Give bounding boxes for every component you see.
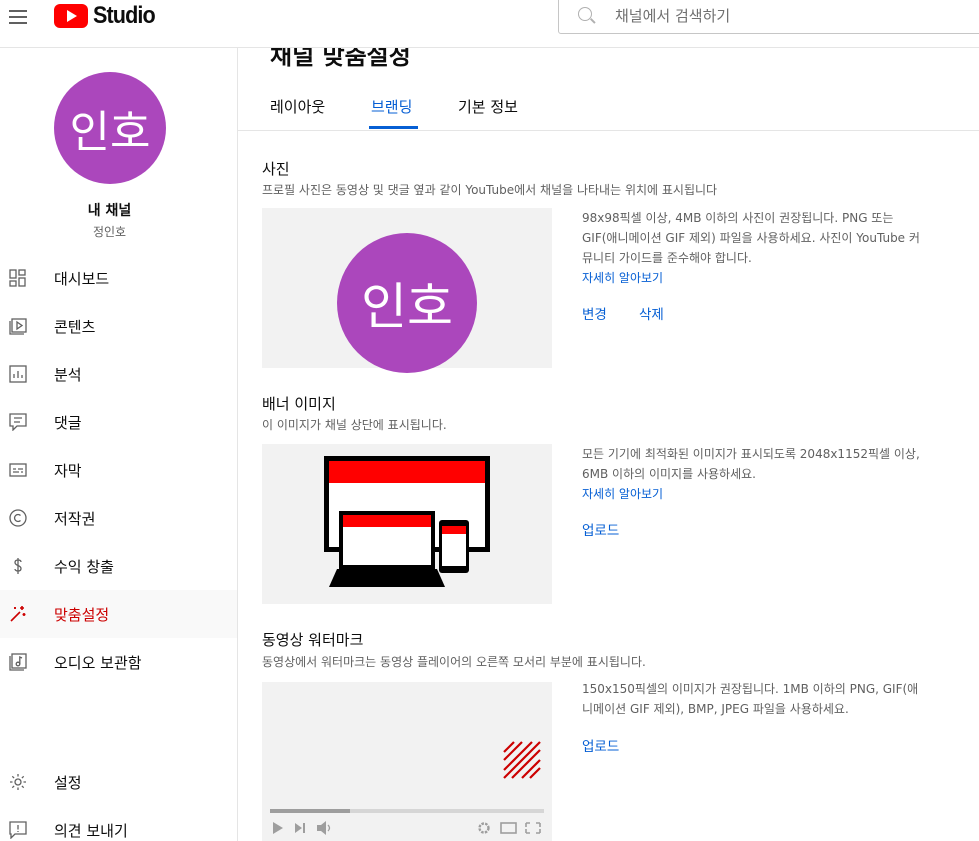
watermark-placeholder-icon xyxy=(503,741,541,779)
photo-learn-more-link[interactable]: 자세히 알아보기 xyxy=(582,271,663,285)
content-icon xyxy=(9,318,27,335)
copyright-icon xyxy=(9,509,27,527)
banner-section-title: 배너 이미지 xyxy=(262,395,336,413)
search-input[interactable] xyxy=(615,4,915,28)
avatar-text: 인호 xyxy=(361,278,453,336)
banner-preview xyxy=(262,444,552,604)
studio-logo[interactable]: Studio xyxy=(54,2,162,29)
search-box[interactable] xyxy=(558,0,979,34)
sidebar-item-label: 대시보드 xyxy=(54,269,110,288)
dashboard-icon xyxy=(9,269,26,287)
watermark-preview xyxy=(262,682,552,841)
sidebar-item-label: 의견 보내기 xyxy=(54,821,128,840)
sidebar-item-label: 오디오 보관함 xyxy=(54,653,142,672)
sidebar-item-copyright[interactable]: 저작권 xyxy=(0,494,237,542)
tab-bar: 레이아웃 브랜딩 기본 정보 xyxy=(238,82,979,131)
channel-owner: 정인호 xyxy=(92,225,127,239)
photo-section-title: 사진 xyxy=(262,160,290,178)
photo-info: 98x98픽셀 이상, 4MB 이하의 사진이 권장됩니다. PNG 또는 GI… xyxy=(582,208,922,288)
sidebar-item-dashboard[interactable]: 대시보드 xyxy=(0,254,237,302)
comments-icon xyxy=(9,413,27,431)
sidebar-item-label: 맞춤설정 xyxy=(54,605,110,624)
sidebar-item-subtitles[interactable]: 자막 xyxy=(0,446,237,494)
youtube-logo-icon xyxy=(54,4,88,28)
analytics-icon xyxy=(9,365,27,383)
tab-layout[interactable]: 레이아웃 xyxy=(270,96,325,117)
tab-branding[interactable]: 브랜딩 xyxy=(371,96,412,117)
sidebar-item-label: 콘텐츠 xyxy=(54,317,96,336)
banner-section-desc: 이 이미지가 채널 상단에 표시됩니다. xyxy=(262,418,447,432)
banner-upload-button[interactable]: 업로드 xyxy=(582,519,619,539)
photo-info-text: 98x98픽셀 이상, 4MB 이하의 사진이 권장됩니다. PNG 또는 GI… xyxy=(582,211,920,265)
delete-photo-button[interactable]: 삭제 xyxy=(639,303,664,323)
magic-wand-icon xyxy=(10,606,26,622)
profile-photo: 인호 xyxy=(337,233,477,373)
sidebar-item-settings[interactable]: 설정 xyxy=(0,758,237,806)
sidebar-item-monetization[interactable]: 수익 창출 xyxy=(0,542,237,590)
gear-icon xyxy=(10,774,26,790)
menu-icon[interactable] xyxy=(9,8,29,24)
sidebar-item-label: 댓글 xyxy=(54,413,82,432)
sidebar-item-customization[interactable]: 맞춤설정 xyxy=(0,590,237,638)
watermark-section-title: 동영상 워터마크 xyxy=(262,631,364,649)
active-tab-indicator xyxy=(369,126,418,129)
avatar-text: 인호 xyxy=(69,107,151,158)
sidebar-item-feedback[interactable]: 의견 보내기 xyxy=(0,806,237,841)
sidebar-item-label: 자막 xyxy=(54,461,82,480)
sidebar-item-analytics[interactable]: 분석 xyxy=(0,350,237,398)
subtitles-icon xyxy=(9,463,27,477)
feedback-icon xyxy=(9,821,27,839)
search-icon[interactable] xyxy=(578,7,592,21)
device-banner-illustration xyxy=(324,456,490,587)
watermark-info-text: 150x150픽셀의 이미지가 권장됩니다. 1MB 이하의 PNG, GIF(… xyxy=(582,682,919,716)
sidebar-item-label: 수익 창출 xyxy=(54,557,114,576)
watermark-section-desc: 동영상에서 워터마크는 동영상 플레이어의 오른쪽 모서리 부분에 표시됩니다. xyxy=(262,655,646,669)
page-title: 채널 맞춤설정 xyxy=(270,48,411,70)
photo-section-desc: 프로필 사진은 동영상 및 댓글 옆과 같이 YouTube에서 채널을 나타내… xyxy=(262,183,718,197)
video-player-illustration xyxy=(270,741,544,835)
logo-text: Studio xyxy=(93,2,156,29)
watermark-info: 150x150픽셀의 이미지가 권장됩니다. 1MB 이하의 PNG, GIF(… xyxy=(582,679,922,719)
top-bar: Studio xyxy=(0,0,979,48)
banner-info-text: 모든 기기에 최적화된 이미지가 표시되도록 2048x1152픽셀 이상, 6… xyxy=(582,447,920,481)
photo-preview: 인호 xyxy=(262,208,552,373)
main-content: 채널 맞춤설정 레이아웃 브랜딩 기본 정보 사진 프로필 사진은 동영상 및 … xyxy=(238,48,979,841)
sidebar-item-comments[interactable]: 댓글 xyxy=(0,398,237,446)
channel-avatar[interactable]: 인호 xyxy=(54,72,166,184)
sidebar-item-label: 저작권 xyxy=(54,509,96,528)
sidebar-item-label: 설정 xyxy=(54,773,82,792)
banner-info: 모든 기기에 최적화된 이미지가 표시되도록 2048x1152픽셀 이상, 6… xyxy=(582,444,922,504)
sidebar: 인호 내 채널 정인호 대시보드 콘텐츠 분석 댓글 자막 저작권 수익 창출 … xyxy=(0,48,238,841)
banner-learn-more-link[interactable]: 자세히 알아보기 xyxy=(582,487,663,501)
channel-title: 내 채널 xyxy=(87,203,132,219)
watermark-upload-button[interactable]: 업로드 xyxy=(582,735,619,755)
sidebar-item-audio-library[interactable]: 오디오 보관함 xyxy=(0,638,237,686)
change-photo-button[interactable]: 변경 xyxy=(582,303,607,323)
sidebar-item-label: 분석 xyxy=(54,365,82,384)
dollar-icon xyxy=(14,558,22,574)
sidebar-item-content[interactable]: 콘텐츠 xyxy=(0,302,237,350)
tab-basic-info[interactable]: 기본 정보 xyxy=(458,96,518,117)
audio-library-icon xyxy=(9,653,27,671)
